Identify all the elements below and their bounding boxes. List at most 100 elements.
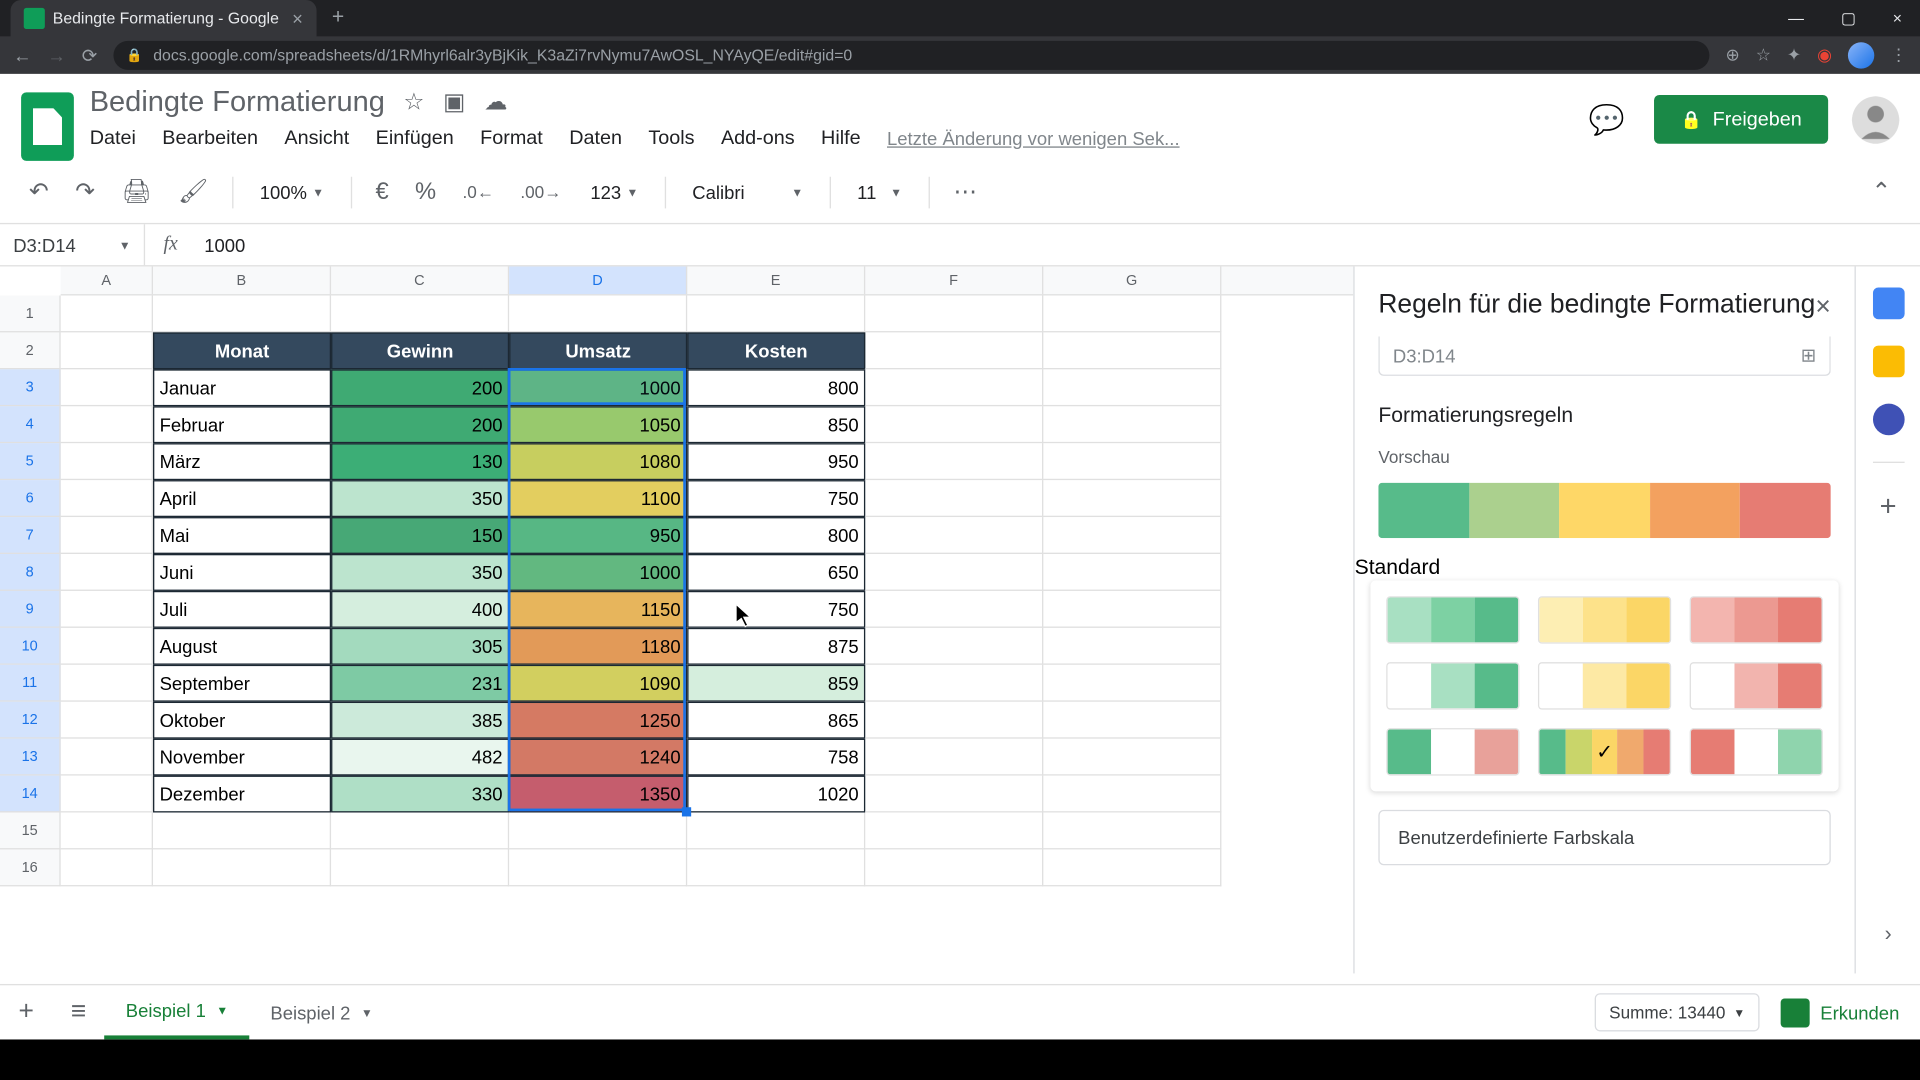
menu-file[interactable]: Datei (90, 127, 136, 149)
row-header-5[interactable]: 5 (0, 443, 61, 480)
cell-F3[interactable] (865, 369, 1043, 406)
cell-D9[interactable]: 1150 (509, 591, 687, 628)
cell-D5[interactable]: 1080 (509, 443, 687, 480)
cell-E10[interactable]: 875 (687, 628, 865, 665)
menu-insert[interactable]: Einfügen (376, 127, 454, 149)
back-button[interactable]: ← (13, 45, 31, 66)
cell-A7[interactable] (61, 517, 153, 554)
select-range-icon[interactable]: ⊞ (1801, 344, 1816, 366)
cell-F7[interactable] (865, 517, 1043, 554)
cell-A13[interactable] (61, 739, 153, 776)
cell-D4[interactable]: 1050 (509, 406, 687, 443)
preset-red[interactable] (1690, 596, 1823, 643)
sheet-tab-1[interactable]: Beispiel 1▼ (105, 985, 250, 1039)
row-header-4[interactable]: 4 (0, 406, 61, 443)
cell-E4[interactable]: 850 (687, 406, 865, 443)
minimize-button[interactable]: — (1770, 9, 1823, 27)
cell-E15[interactable] (687, 813, 865, 850)
cell-E5[interactable]: 950 (687, 443, 865, 480)
cell-C10[interactable]: 305 (331, 628, 509, 665)
cell-D2[interactable]: Umsatz (509, 332, 687, 369)
menu-help[interactable]: Hilfe (821, 127, 861, 149)
star-icon[interactable]: ☆ (403, 88, 424, 116)
row-header-3[interactable]: 3 (0, 369, 61, 406)
cell-G3[interactable] (1043, 369, 1221, 406)
percent-button[interactable]: % (407, 173, 444, 211)
column-header-G[interactable]: G (1043, 266, 1221, 294)
comments-button[interactable]: 💬 (1583, 96, 1630, 143)
collapse-toolbar-button[interactable]: ⌃ (1864, 173, 1900, 211)
cell-B14[interactable]: Dezember (153, 776, 331, 813)
cell-E7[interactable]: 800 (687, 517, 865, 554)
cell-A9[interactable] (61, 591, 153, 628)
row-header-14[interactable]: 14 (0, 776, 61, 813)
cell-A1[interactable] (61, 295, 153, 332)
cell-F8[interactable] (865, 554, 1043, 591)
cell-B12[interactable]: Oktober (153, 702, 331, 739)
cell-C4[interactable]: 200 (331, 406, 509, 443)
zoom-icon[interactable]: ⊕ (1725, 45, 1739, 66)
column-header-B[interactable]: B (153, 266, 331, 294)
cell-A6[interactable] (61, 480, 153, 517)
cell-F1[interactable] (865, 295, 1043, 332)
preset-white-green[interactable] (1386, 662, 1519, 709)
row-header-10[interactable]: 10 (0, 628, 61, 665)
reload-button[interactable]: ⟳ (82, 44, 97, 66)
cell-A14[interactable] (61, 776, 153, 813)
redo-button[interactable]: ↷ (67, 173, 103, 211)
cell-C7[interactable]: 150 (331, 517, 509, 554)
cell-B7[interactable]: Mai (153, 517, 331, 554)
number-format-select[interactable]: 123▼ (580, 176, 649, 208)
cell-A12[interactable] (61, 702, 153, 739)
cell-G11[interactable] (1043, 665, 1221, 702)
share-button[interactable]: Freigeben (1654, 95, 1828, 144)
row-header-16[interactable]: 16 (0, 849, 61, 886)
preset-white-yellow[interactable] (1538, 662, 1671, 709)
cell-F16[interactable] (865, 849, 1043, 886)
cell-E8[interactable]: 650 (687, 554, 865, 591)
cell-A2[interactable] (61, 332, 153, 369)
cell-B13[interactable]: November (153, 739, 331, 776)
font-select[interactable]: Calibri▼ (682, 176, 814, 208)
undo-button[interactable]: ↶ (21, 173, 57, 211)
bookmark-icon[interactable]: ☆ (1756, 45, 1771, 66)
cell-B10[interactable]: August (153, 628, 331, 665)
cell-F4[interactable] (865, 406, 1043, 443)
browser-menu-icon[interactable]: ⋮ (1890, 45, 1907, 66)
column-header-A[interactable]: A (61, 266, 153, 294)
cell-B2[interactable]: Monat (153, 332, 331, 369)
cell-G9[interactable] (1043, 591, 1221, 628)
zoom-select[interactable]: 100%▼ (249, 176, 334, 208)
cell-D16[interactable] (509, 849, 687, 886)
cell-E9[interactable]: 750 (687, 591, 865, 628)
cell-G14[interactable] (1043, 776, 1221, 813)
cell-F9[interactable] (865, 591, 1043, 628)
cell-E13[interactable]: 758 (687, 739, 865, 776)
cell-F6[interactable] (865, 480, 1043, 517)
row-header-8[interactable]: 8 (0, 554, 61, 591)
cell-C9[interactable]: 400 (331, 591, 509, 628)
cloud-status-icon[interactable]: ☁ (484, 88, 508, 116)
cell-D12[interactable]: 1250 (509, 702, 687, 739)
extensions-icon[interactable]: ✦ (1787, 45, 1801, 66)
cell-E2[interactable]: Kosten (687, 332, 865, 369)
cell-C2[interactable]: Gewinn (331, 332, 509, 369)
add-sheet-button[interactable]: + (0, 997, 52, 1027)
cell-E1[interactable] (687, 295, 865, 332)
move-icon[interactable]: ▣ (443, 88, 465, 116)
cell-E14[interactable]: 1020 (687, 776, 865, 813)
range-input[interactable]: D3:D14 ⊞ (1378, 336, 1830, 376)
cell-B9[interactable]: Juli (153, 591, 331, 628)
maximize-button[interactable]: ▢ (1822, 9, 1874, 27)
cell-B5[interactable]: März (153, 443, 331, 480)
row-header-12[interactable]: 12 (0, 702, 61, 739)
row-header-13[interactable]: 13 (0, 739, 61, 776)
add-addon-button[interactable]: + (1880, 489, 1897, 523)
cell-C8[interactable]: 350 (331, 554, 509, 591)
menu-addons[interactable]: Add-ons (721, 127, 795, 149)
cell-C16[interactable] (331, 849, 509, 886)
menu-tools[interactable]: Tools (648, 127, 694, 149)
preset-green-red[interactable] (1386, 728, 1519, 775)
cell-B3[interactable]: Januar (153, 369, 331, 406)
more-toolbar-button[interactable]: ⋯ (946, 173, 986, 211)
